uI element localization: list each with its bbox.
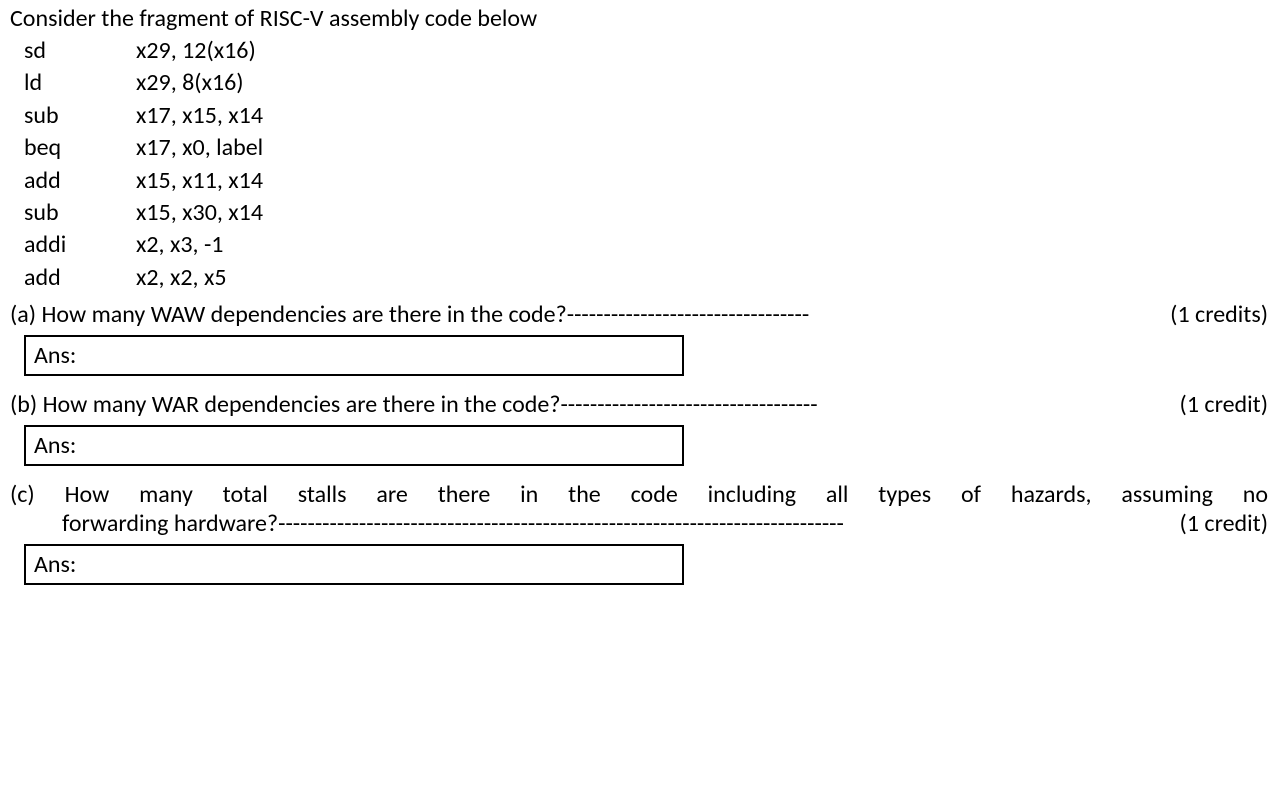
question-a-line: (a) How many WAW dependencies are there … <box>10 300 1268 329</box>
dash-fill: ----------------------------------------… <box>278 509 1179 538</box>
asm-operands: x17, x0, label <box>136 132 263 164</box>
question-a: (a) How many WAW dependencies are there … <box>10 300 1268 376</box>
document-page: Consider the fragment of RISC-V assembly… <box>0 0 1278 619</box>
asm-mnemonic: beq <box>24 132 136 164</box>
answer-prefix: Ans: <box>34 431 76 460</box>
asm-mnemonic: add <box>24 262 136 294</box>
asm-row: sd x29, 12(x16) <box>24 35 263 67</box>
assembly-code-block: sd x29, 12(x16) ld x29, 8(x16) sub x17, … <box>24 35 263 294</box>
answer-prefix: Ans: <box>34 341 76 370</box>
asm-operands: x2, x2, x5 <box>136 262 263 294</box>
asm-operands: x29, 8(x16) <box>136 67 263 99</box>
asm-row: beq x17, x0, label <box>24 132 263 164</box>
asm-row: sub x15, x30, x14 <box>24 197 263 229</box>
question-c: (c) How many total stalls are there in t… <box>10 480 1268 585</box>
asm-row: addi x2, x3, -1 <box>24 229 263 261</box>
asm-row: sub x17, x15, x14 <box>24 100 263 132</box>
intro-text: Consider the fragment of RISC-V assembly… <box>10 4 1268 33</box>
asm-operands: x15, x30, x14 <box>136 197 263 229</box>
asm-operands: x2, x3, -1 <box>136 229 263 261</box>
asm-mnemonic: add <box>24 165 136 197</box>
asm-mnemonic: sd <box>24 35 136 67</box>
answer-box-b[interactable]: Ans: <box>24 425 684 466</box>
question-c-line2: forwarding hardware? -------------------… <box>10 509 1268 538</box>
question-a-text: (a) How many WAW dependencies are there … <box>10 300 567 329</box>
question-c-text2: forwarding hardware? <box>62 509 278 538</box>
asm-mnemonic: addi <box>24 229 136 261</box>
asm-row: add x2, x2, x5 <box>24 262 263 294</box>
answer-box-a[interactable]: Ans: <box>24 335 684 376</box>
asm-operands: x29, 12(x16) <box>136 35 263 67</box>
question-b-credits: (1 credit) <box>1180 390 1268 419</box>
asm-mnemonic: sub <box>24 197 136 229</box>
question-c-credits: (1 credit) <box>1180 509 1268 538</box>
asm-row: add x15, x11, x14 <box>24 165 263 197</box>
question-a-credits: (1 credits) <box>1170 300 1268 329</box>
answer-prefix: Ans: <box>34 550 76 579</box>
asm-row: ld x29, 8(x16) <box>24 67 263 99</box>
asm-operands: x17, x15, x14 <box>136 100 263 132</box>
question-c-line1: (c) How many total stalls are there in t… <box>10 480 1268 509</box>
asm-operands: x15, x11, x14 <box>136 165 263 197</box>
asm-mnemonic: ld <box>24 67 136 99</box>
answer-box-c[interactable]: Ans: <box>24 544 684 585</box>
question-b: (b) How many WAR dependencies are there … <box>10 390 1268 466</box>
question-b-text: (b) How many WAR dependencies are there … <box>10 390 560 419</box>
asm-mnemonic: sub <box>24 100 136 132</box>
dash-fill: --------------------------------- <box>567 300 1170 329</box>
question-b-line: (b) How many WAR dependencies are there … <box>10 390 1268 419</box>
dash-fill: ----------------------------------- <box>560 390 1179 419</box>
